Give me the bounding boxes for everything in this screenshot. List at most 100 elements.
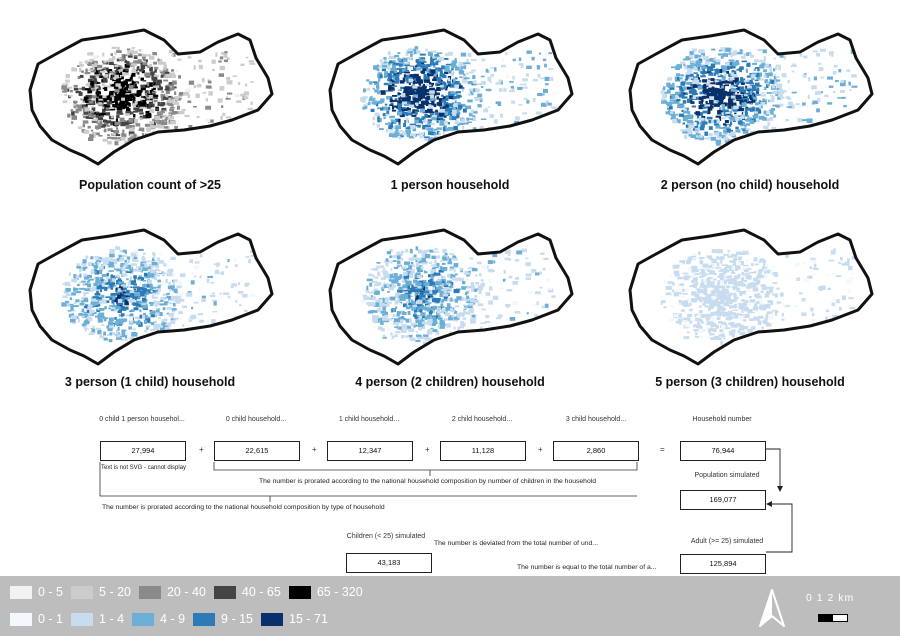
map-cell	[481, 86, 484, 88]
map-cell	[120, 257, 124, 262]
map-cell	[431, 316, 437, 320]
map-cell	[743, 53, 747, 57]
map-cell	[731, 312, 737, 316]
map-cell	[720, 289, 725, 292]
map-cell	[416, 62, 422, 67]
map-cell	[115, 101, 119, 106]
map-cell	[98, 324, 102, 327]
map-cell	[708, 306, 714, 309]
map-cell	[90, 129, 94, 132]
map-cell	[218, 73, 224, 77]
map-cell	[83, 300, 88, 302]
map-cell	[109, 248, 115, 253]
map-cell	[397, 283, 401, 287]
map-cell	[432, 305, 438, 310]
map-cell	[138, 248, 144, 251]
map-cell	[509, 333, 514, 337]
map-cell	[737, 262, 741, 266]
map-cell	[193, 65, 196, 70]
map-cell	[415, 340, 421, 342]
map-cell	[472, 75, 476, 80]
map-cell	[694, 336, 699, 338]
map-cell	[704, 61, 710, 65]
map-cell	[363, 296, 370, 301]
map-cell	[123, 94, 129, 98]
map-cell	[162, 307, 166, 311]
map-cell	[717, 249, 723, 254]
map-cell	[392, 95, 398, 97]
map-cell	[741, 82, 745, 85]
map-cell	[153, 61, 157, 65]
map-cell	[141, 54, 147, 57]
map-cell	[232, 75, 238, 77]
map-cell	[807, 94, 810, 99]
map-cell	[394, 80, 400, 84]
map-cell	[144, 293, 147, 298]
map-cell	[402, 312, 407, 315]
map-cell	[87, 306, 92, 311]
map-cell	[698, 336, 703, 338]
map-cell	[78, 92, 83, 96]
map-cell	[444, 53, 448, 56]
map-cell	[103, 128, 107, 133]
map-cell	[397, 260, 401, 264]
map-cell	[157, 279, 161, 283]
map-cell	[422, 316, 425, 319]
map-cell	[221, 105, 224, 108]
map-cell	[147, 279, 152, 285]
map-cell	[481, 58, 486, 62]
map-cell	[770, 80, 775, 84]
map-cell	[739, 69, 742, 73]
map-cell	[131, 249, 138, 254]
map-cell	[676, 98, 681, 102]
map-cell	[407, 110, 412, 113]
map-cell	[684, 78, 688, 81]
map-cell	[666, 78, 671, 81]
map-cell	[407, 51, 413, 54]
map-cell	[791, 91, 797, 94]
map-cell	[168, 299, 175, 302]
map-panel-population: Population count of >25	[0, 0, 300, 200]
map-cell	[215, 52, 218, 57]
map-cell	[537, 327, 544, 331]
map-cell	[710, 337, 715, 340]
map-cell	[767, 122, 771, 126]
map-cell	[244, 337, 250, 341]
map-cell	[417, 275, 423, 279]
map-cell	[396, 314, 400, 317]
map-cell	[454, 80, 460, 85]
map-cell	[746, 62, 751, 66]
map-cell	[718, 72, 721, 76]
map-cell	[775, 272, 778, 276]
map-cell	[154, 69, 157, 73]
map-cell	[131, 47, 136, 49]
map-cell	[168, 113, 172, 116]
map-cell	[248, 259, 251, 264]
map-cell	[401, 266, 407, 269]
map-cell	[205, 118, 211, 123]
map-cell	[802, 119, 808, 122]
map-cell	[694, 130, 700, 133]
map-cell	[397, 95, 401, 98]
map-cell	[481, 308, 486, 311]
map-panel-3-person: 3 person (1 child) household	[0, 200, 300, 400]
map-cell	[156, 111, 162, 116]
map-cell	[112, 278, 115, 282]
map-cell	[776, 83, 783, 87]
map-cell	[225, 265, 228, 269]
map-cell	[439, 119, 444, 122]
map-cell	[676, 264, 680, 268]
map-cell	[680, 295, 686, 298]
map-cell	[688, 90, 695, 94]
map-cell	[451, 115, 457, 121]
map-cell	[397, 111, 402, 116]
map-cell	[403, 123, 406, 127]
map-cell	[698, 101, 704, 104]
map-cell	[820, 325, 823, 329]
map-cell	[713, 328, 717, 332]
map-cell	[701, 121, 708, 125]
map-cell	[802, 102, 806, 106]
map-cell	[454, 84, 460, 89]
map-cell	[124, 81, 128, 86]
map-cell	[551, 295, 556, 298]
